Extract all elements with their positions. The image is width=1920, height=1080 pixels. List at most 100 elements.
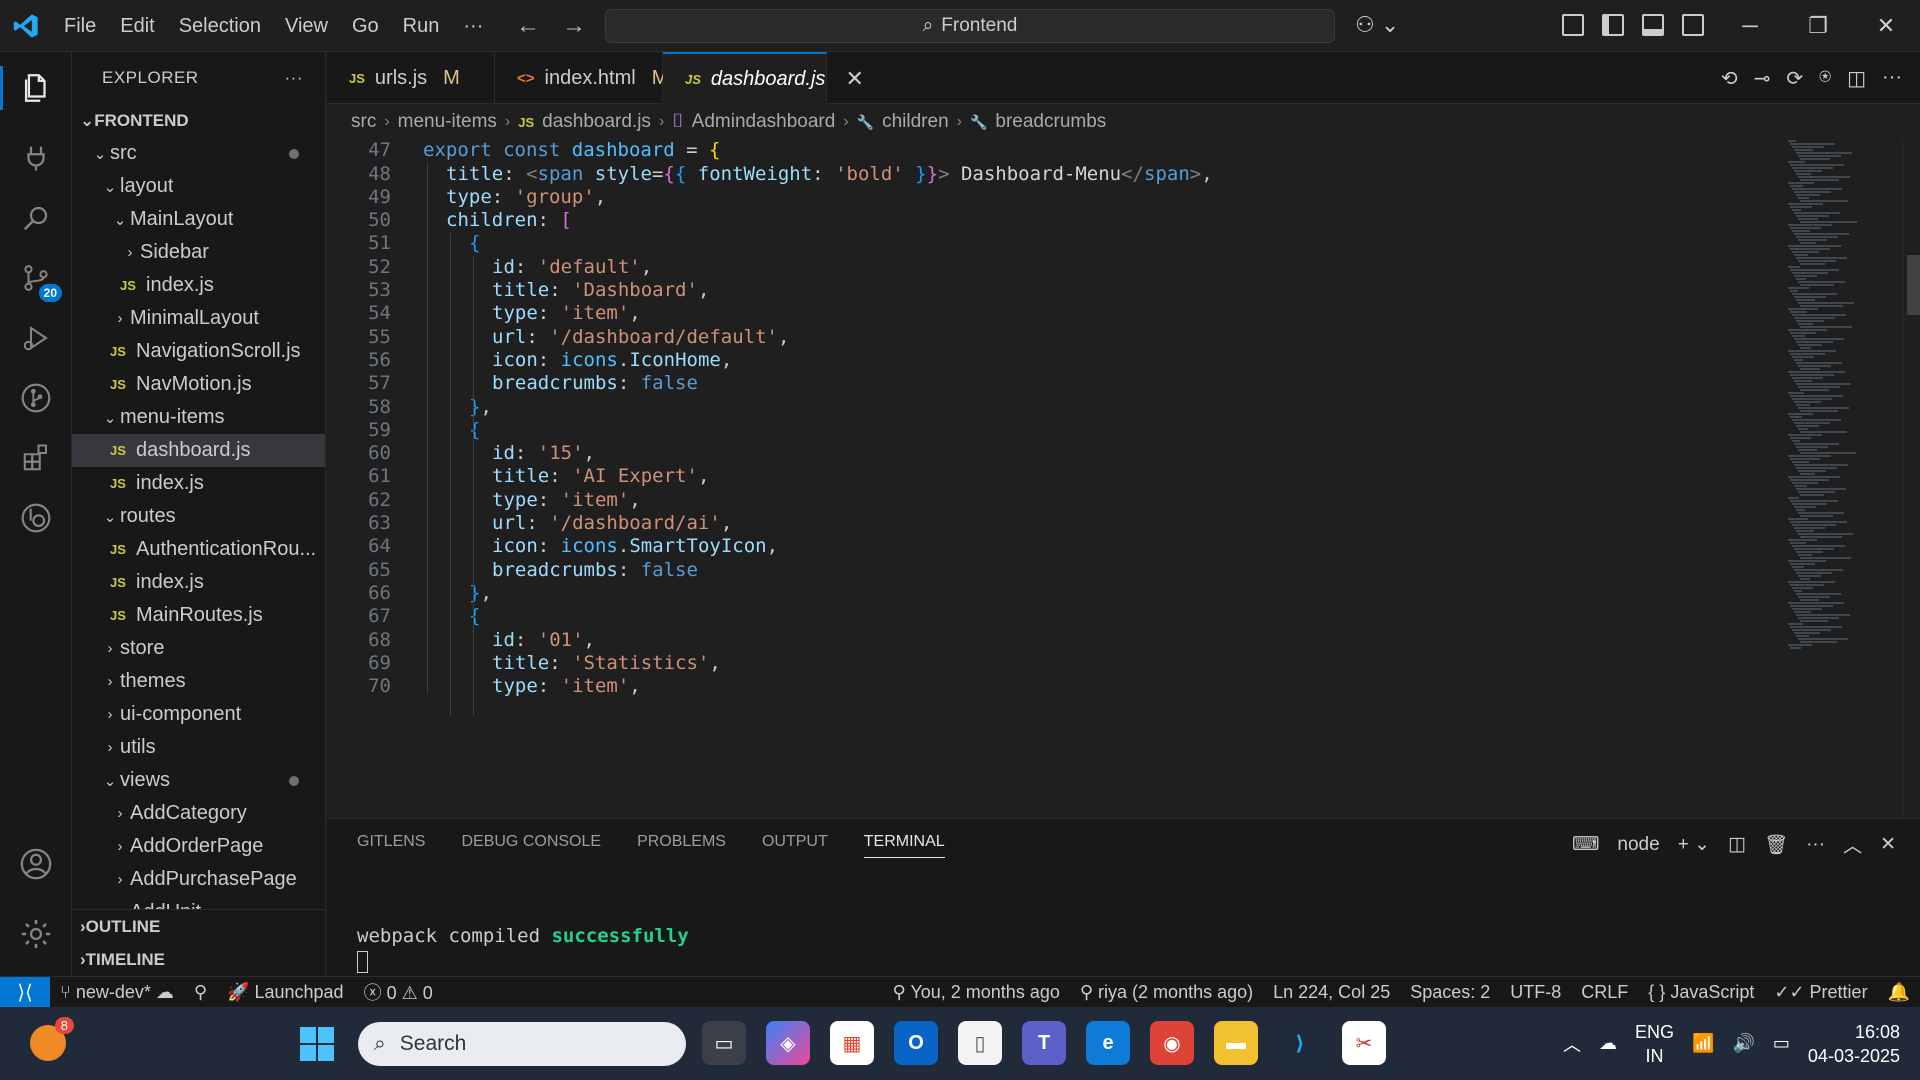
- teams-icon[interactable]: T: [1022, 1021, 1066, 1065]
- source-control-icon[interactable]: 20: [14, 256, 62, 302]
- tree-folder[interactable]: ⌄ src: [72, 137, 325, 170]
- editor-tab[interactable]: JS urls.js M: [327, 52, 495, 104]
- explorer-more-icon[interactable]: ···: [285, 68, 303, 88]
- notepad-icon[interactable]: ▯: [958, 1021, 1002, 1065]
- panel-tab[interactable]: DEBUG CONSOLE: [461, 833, 601, 858]
- tree-folder[interactable]: › themes: [72, 665, 325, 698]
- maximize-panel-icon[interactable]: ︿: [1843, 831, 1862, 858]
- task-view-icon[interactable]: ▭: [702, 1021, 746, 1065]
- taskbar-search[interactable]: ⌕ Search: [358, 1022, 686, 1066]
- tree-folder[interactable]: › MinimalLayout: [72, 302, 325, 335]
- tree-folder[interactable]: › AddPurchasePage: [72, 863, 325, 896]
- prettier-status[interactable]: ✓✓ Prettier: [1764, 982, 1877, 1003]
- git-compare-icon[interactable]: ⟲: [1721, 66, 1738, 91]
- file-explorer-icon[interactable]: ▬: [1214, 1021, 1258, 1065]
- vscode-taskbar-icon[interactable]: ⟩: [1278, 1021, 1322, 1065]
- split-editor-icon[interactable]: ◫: [1847, 66, 1866, 91]
- menu-item[interactable]: ···: [451, 15, 495, 38]
- breadcrumb-item[interactable]: menu-items: [398, 111, 497, 133]
- tree-folder[interactable]: ⌄ routes: [72, 500, 325, 533]
- author-status[interactable]: ⚲ riya (2 months ago): [1070, 982, 1263, 1003]
- tree-folder[interactable]: ⌄ menu-items: [72, 401, 325, 434]
- close-tab-icon[interactable]: ✕: [845, 66, 863, 92]
- tree-file[interactable]: JS AuthenticationRou...: [72, 533, 325, 566]
- menu-item[interactable]: Edit: [108, 15, 166, 38]
- snipping-tool-icon[interactable]: ✂: [1342, 1021, 1386, 1065]
- tree-folder[interactable]: › utils: [72, 731, 325, 764]
- panel-tab[interactable]: OUTPUT: [762, 833, 828, 858]
- blame-status[interactable]: ⚲ You, 2 months ago: [883, 982, 1070, 1003]
- gitlens-icon[interactable]: ⍟: [1819, 66, 1831, 91]
- tree-file[interactable]: JS index.js: [72, 566, 325, 599]
- settings-gear-icon[interactable]: [14, 912, 58, 956]
- more-icon[interactable]: ···: [1806, 834, 1825, 856]
- gitlens-icon[interactable]: [14, 376, 58, 420]
- editor-scrollbar[interactable]: [1902, 140, 1920, 818]
- forward-arrow-icon[interactable]: →: [562, 12, 586, 40]
- outlook-icon[interactable]: O: [894, 1021, 938, 1065]
- tree-folder[interactable]: › ui-component: [72, 698, 325, 731]
- search-sidebar-icon[interactable]: [14, 196, 58, 240]
- tree-folder[interactable]: › AddOrderPage: [72, 830, 325, 863]
- chrome-icon[interactable]: ◉: [1150, 1021, 1194, 1065]
- onedrive-icon[interactable]: ☁: [1599, 1033, 1617, 1054]
- code-editor[interactable]: 47 export const dashboard = {48 title: <sp…: [327, 140, 1920, 818]
- command-center-search[interactable]: ⌕ Frontend: [605, 9, 1335, 43]
- new-terminal-icon[interactable]: + ⌄: [1678, 833, 1710, 856]
- edge-icon[interactable]: e: [1086, 1021, 1130, 1065]
- scrollbar-thumb[interactable]: [1907, 255, 1920, 315]
- workspace-root[interactable]: ⌄ FRONTEND: [72, 104, 325, 137]
- terminal-output[interactable]: webpack compiled successfully: [357, 925, 689, 947]
- timeline-section[interactable]: › TIMELINE: [72, 943, 325, 976]
- menu-item[interactable]: Go: [340, 15, 391, 38]
- remote-connection-icon[interactable]: [14, 136, 58, 180]
- back-arrow-icon[interactable]: ←: [516, 12, 540, 40]
- weather-widget-icon[interactable]: 8: [30, 1017, 74, 1061]
- tree-file[interactable]: JS index.js: [72, 269, 325, 302]
- vscode-logo-icon[interactable]: [12, 12, 40, 40]
- language-indicator[interactable]: ENG IN: [1635, 1020, 1674, 1068]
- tree-folder[interactable]: › Sidebar: [72, 236, 325, 269]
- previous-change-icon[interactable]: ⊸: [1754, 66, 1771, 91]
- tree-file[interactable]: JS MainRoutes.js: [72, 599, 325, 632]
- toggle-panel-icon[interactable]: [1642, 14, 1664, 36]
- panel-tab[interactable]: GITLENS: [357, 833, 425, 858]
- terminal-name[interactable]: node: [1617, 834, 1659, 856]
- remote-indicator-icon[interactable]: ⟩⟨: [0, 976, 50, 1008]
- toggle-primary-sidebar-icon[interactable]: [1602, 14, 1624, 36]
- minimap[interactable]: [1782, 140, 1902, 818]
- gitlens-status-icon[interactable]: ⚲: [184, 982, 217, 1003]
- code-line[interactable]: 70 type: 'item',: [327, 672, 1777, 701]
- encoding[interactable]: UTF-8: [1500, 982, 1571, 1003]
- menu-item[interactable]: File: [52, 15, 108, 38]
- customize-layout-icon[interactable]: [1562, 14, 1584, 36]
- menu-item[interactable]: View: [273, 15, 340, 38]
- copilot-icon[interactable]: ⚇ ⌄: [1355, 12, 1399, 38]
- gitlens-inspect-icon[interactable]: [14, 496, 58, 540]
- cursor-position[interactable]: Ln 224, Col 25: [1263, 982, 1400, 1003]
- notifications-bell-icon[interactable]: 🔔: [1878, 982, 1920, 1003]
- tree-folder[interactable]: › AddCategory: [72, 797, 325, 830]
- tree-file[interactable]: JS dashboard.js: [72, 434, 325, 467]
- minimize-button[interactable]: ─: [1716, 0, 1784, 52]
- tree-folder[interactable]: ⌄ views: [72, 764, 325, 797]
- run-debug-icon[interactable]: [14, 316, 58, 360]
- clock[interactable]: 16:08 04-03-2025: [1808, 1020, 1900, 1068]
- restore-button[interactable]: ❐: [1784, 0, 1852, 52]
- tree-folder[interactable]: ⌄ MainLayout: [72, 203, 325, 236]
- wifi-icon[interactable]: 📶: [1692, 1033, 1714, 1054]
- next-change-icon[interactable]: ⟳: [1786, 66, 1803, 91]
- split-terminal-icon[interactable]: ◫: [1728, 833, 1746, 856]
- more-actions-icon[interactable]: ···: [1882, 66, 1902, 91]
- accounts-icon[interactable]: [14, 842, 58, 886]
- breadcrumb-item[interactable]: children: [882, 111, 949, 133]
- tree-file[interactable]: JS index.js: [72, 467, 325, 500]
- panel-tab[interactable]: PROBLEMS: [637, 833, 726, 858]
- editor-tab[interactable]: <> index.html M: [495, 52, 668, 104]
- microsoft-store-icon[interactable]: ▦: [830, 1021, 874, 1065]
- indentation[interactable]: Spaces: 2: [1400, 982, 1500, 1003]
- launchpad-status[interactable]: 🚀 Launchpad: [217, 982, 354, 1003]
- chevron-up-icon[interactable]: ︿: [1563, 1031, 1581, 1057]
- volume-icon[interactable]: 🔊: [1732, 1033, 1754, 1054]
- close-window-button[interactable]: ✕: [1852, 0, 1920, 52]
